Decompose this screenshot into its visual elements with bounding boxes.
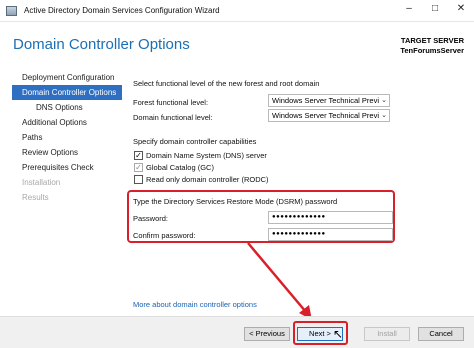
install-button: Install <box>364 327 410 341</box>
mouse-pointer-icon: ↖ <box>333 327 344 341</box>
cancel-button[interactable]: Cancel <box>418 327 464 341</box>
wizard-footer: < Previous Next > Install Cancel <box>0 316 474 348</box>
annotation-arrow <box>247 242 312 320</box>
previous-button[interactable]: < Previous <box>244 327 290 341</box>
